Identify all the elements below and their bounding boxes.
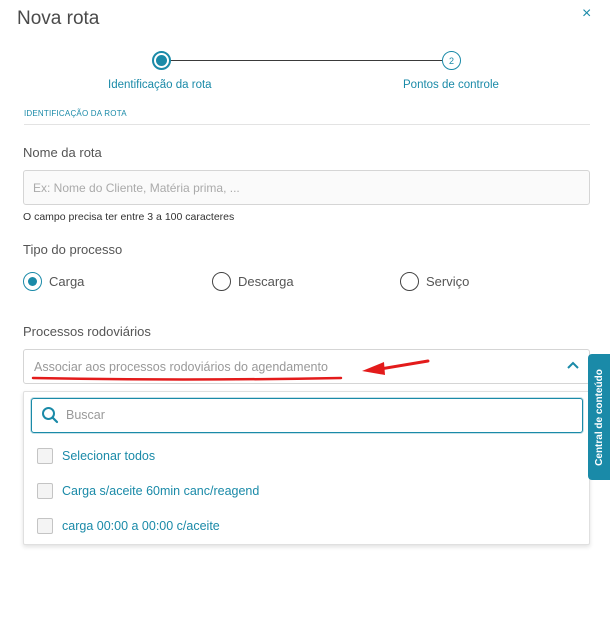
- option-label: Selecionar todos: [62, 449, 156, 463]
- option-label: carga 00:00 a 00:00 c/aceite: [62, 519, 220, 533]
- road-processes-label: Processos rodoviários: [23, 324, 151, 339]
- radio-descarga-label: Descarga: [238, 274, 294, 289]
- radio-descarga[interactable]: Descarga: [212, 272, 294, 291]
- content-center-label: Central de conteúdo: [593, 368, 605, 466]
- modal-title: Nova rota: [17, 8, 100, 29]
- content-center-tab[interactable]: Central de conteúdo: [588, 354, 610, 480]
- radio-carga-circle[interactable]: [23, 272, 42, 291]
- option-select-all[interactable]: Selecionar todos: [37, 448, 155, 464]
- option-carga-com-aceite[interactable]: carga 00:00 a 00:00 c/aceite: [37, 518, 220, 534]
- section-header: IDENTIFICAÇÃO DA ROTA: [24, 109, 127, 118]
- route-name-hint: O campo precisa ter entre 3 a 100 caract…: [23, 211, 235, 223]
- step-1-dot: [156, 55, 167, 66]
- road-processes-placeholder: Associar aos processos rodoviários do ag…: [34, 360, 328, 374]
- radio-selected-dot: [28, 277, 37, 286]
- search-icon: [42, 407, 59, 424]
- chevron-up-icon[interactable]: [566, 358, 580, 372]
- step-1-indicator: [152, 51, 171, 70]
- radio-carga-label: Carga: [49, 274, 85, 289]
- search-input[interactable]: [66, 403, 566, 427]
- checkbox[interactable]: [37, 448, 53, 464]
- road-processes-dropdown: Selecionar todos Carga s/aceite 60min ca…: [23, 391, 590, 545]
- step-1-label: Identificação da rota: [108, 79, 212, 91]
- radio-carga[interactable]: Carga: [23, 272, 84, 291]
- checkbox[interactable]: [37, 483, 53, 499]
- search-box[interactable]: [31, 398, 583, 433]
- step-2-label[interactable]: Pontos de controle: [403, 79, 499, 91]
- close-icon[interactable]: ×: [582, 5, 591, 23]
- new-route-modal: Nova rota × 2 Identificação da rota Pont…: [0, 0, 610, 619]
- section-divider: [24, 124, 590, 125]
- checkbox[interactable]: [37, 518, 53, 534]
- radio-servico-label: Serviço: [426, 274, 470, 289]
- step-2-indicator[interactable]: 2: [442, 51, 461, 70]
- radio-servico[interactable]: Serviço: [400, 272, 469, 291]
- route-name-label: Nome da rota: [23, 145, 102, 160]
- radio-descarga-circle[interactable]: [212, 272, 231, 291]
- road-processes-select[interactable]: Associar aos processos rodoviários do ag…: [23, 349, 590, 384]
- option-carga-sem-aceite[interactable]: Carga s/aceite 60min canc/reagend: [37, 483, 259, 499]
- radio-servico-circle[interactable]: [400, 272, 419, 291]
- stepper-line: [170, 60, 442, 61]
- route-name-input[interactable]: [23, 170, 590, 205]
- process-type-label: Tipo do processo: [23, 242, 123, 257]
- option-label: Carga s/aceite 60min canc/reagend: [62, 484, 260, 498]
